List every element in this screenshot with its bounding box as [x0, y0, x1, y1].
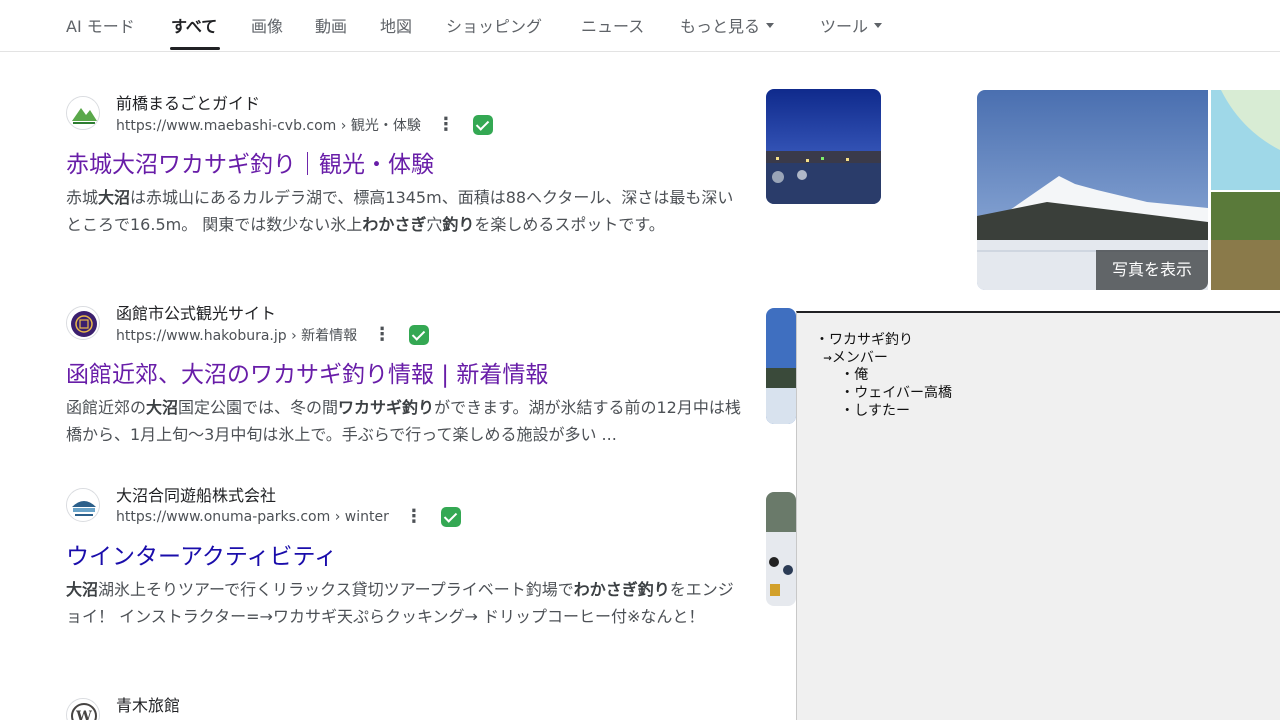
site-favicon[interactable] [66, 488, 100, 522]
map-and-landscape-image [1211, 90, 1280, 290]
result-title-link[interactable]: 函館近郊、大沼のワカサギ釣り情報 | 新着情報 [66, 355, 548, 389]
snippet-text: を楽しめるスポットです。 [474, 215, 665, 234]
verified-check-icon[interactable] [472, 115, 493, 135]
site-name[interactable]: 前橋まるごとガイド [116, 90, 260, 114]
result-snippet: 函館近郊の大沼国定公園では、冬の間ワカサギ釣りができます。湖が氷結する前の12月… [66, 394, 746, 448]
chevron-down-icon [766, 23, 775, 28]
svg-text:W: W [75, 709, 92, 720]
snippet-text: 穴 [426, 215, 443, 234]
search-result: 函館市公式観光サイト https://www.hakobura.jp › 新着情… [66, 300, 746, 460]
tab-news[interactable]: ニュース [581, 13, 644, 37]
verified-check-icon[interactable] [440, 507, 461, 527]
site-favicon[interactable] [66, 306, 100, 340]
notepad-window[interactable]: ・ワカサギ釣り →メンバー ・俺 ・ウェイバー高橋 ・しすたー [796, 311, 1280, 720]
snippet-highlight: わかさぎ [362, 215, 427, 234]
result-thumbnail[interactable] [766, 89, 881, 204]
snippet-highlight: 大沼 [146, 398, 179, 417]
ice-fishing-people-image [766, 492, 796, 606]
hakodate-logo-icon [67, 307, 99, 339]
site-url-text: https://www.onuma-parks.com › winter [116, 509, 389, 525]
tab-videos[interactable]: 動画 [315, 13, 347, 37]
more-options-icon[interactable]: ⋮ [405, 508, 423, 526]
site-name[interactable]: 大沼合同遊船株式会社 [116, 482, 276, 506]
tab-maps[interactable]: 地図 [380, 13, 412, 37]
site-url[interactable]: https://www.hakobura.jp › 新着情報 ⋮ [116, 325, 430, 345]
tab-shopping[interactable]: ショッピング [446, 13, 542, 37]
tab-all[interactable]: すべて [171, 13, 217, 37]
note-line: ・しすたー [815, 403, 911, 419]
search-result: W 青木旅館 [66, 692, 746, 720]
note-line: →メンバー [815, 350, 888, 366]
boat-company-logo-icon [67, 489, 99, 521]
result-snippet: 赤城大沼は赤城山にあるカルデラ湖で、標高1345m、面積は88ヘクタール、深さは… [66, 184, 746, 238]
note-line: ・ワカサギ釣り [815, 332, 913, 348]
snippet-highlight: 大沼 [98, 188, 131, 207]
site-url[interactable]: https://www.maebashi-cvb.com › 観光・体験 ⋮ [116, 115, 493, 135]
verified-check-icon[interactable] [409, 325, 430, 345]
tab-tools-label: ツール [820, 17, 869, 36]
site-name[interactable]: 函館市公式観光サイト [116, 300, 276, 324]
tab-tools[interactable]: ツール [820, 13, 883, 37]
site-url-text: https://www.maebashi-cvb.com › 観光・体験 [116, 118, 421, 134]
result-thumbnail[interactable] [766, 492, 796, 606]
chevron-down-icon [874, 23, 883, 28]
snippet-highlight: わかさぎ釣り [573, 580, 670, 599]
snippet-text: 赤城 [66, 188, 99, 207]
result-snippet: 大沼湖氷上そりツアーで行くリラックス貸切ツアープライベート釣場でわかさぎ釣りをエ… [66, 576, 746, 630]
note-line: ・ウェイバー高橋 [815, 385, 953, 401]
active-tab-indicator [170, 47, 220, 50]
site-favicon[interactable] [66, 96, 100, 130]
site-url-text: https://www.hakobura.jp › 新着情報 [116, 328, 358, 344]
more-options-icon[interactable]: ⋮ [373, 326, 391, 344]
wordpress-icon: W [67, 699, 99, 720]
panel-secondary-images[interactable] [1211, 90, 1280, 290]
snippet-text: 国定公園では、冬の間 [178, 398, 339, 417]
show-photos-button[interactable]: 写真を表示 [1096, 250, 1208, 290]
tab-more-label: もっと見る [680, 17, 761, 36]
result-title-link[interactable]: ウインターアクティビティ [66, 537, 337, 571]
lake-daytime-image [766, 308, 796, 424]
site-name[interactable]: 青木旅館 [116, 692, 180, 716]
site-favicon[interactable]: W [66, 698, 100, 720]
snippet-highlight: ワカサギ釣り [338, 398, 435, 417]
search-result: 前橋まるごとガイド https://www.maebashi-cvb.com ›… [66, 90, 746, 270]
search-result: 大沼合同遊船株式会社 https://www.onuma-parks.com ›… [66, 482, 746, 662]
tab-ai-mode[interactable]: AI モード [66, 13, 135, 37]
search-tab-bar: AI モード すべて 画像 動画 地図 ショッピング ニュース もっと見る ツー… [0, 0, 1280, 52]
result-thumbnail[interactable] [766, 308, 796, 424]
snippet-highlight: 大沼 [66, 580, 99, 599]
tab-more[interactable]: もっと見る [680, 13, 775, 37]
more-options-icon[interactable]: ⋮ [437, 116, 455, 134]
result-title-link[interactable]: 赤城大沼ワカサギ釣り｜観光・体験 [66, 145, 434, 179]
tab-images[interactable]: 画像 [251, 13, 283, 37]
snippet-text: 湖氷上そりツアーで行くリラックス貸切ツアープライベート釣場で [98, 580, 574, 599]
note-line: ・俺 [815, 367, 869, 383]
snippet-text: 函館近郊の [66, 398, 147, 417]
frozen-lake-night-image [766, 89, 881, 204]
snippet-highlight: 釣り [442, 215, 475, 234]
site-url[interactable]: https://www.onuma-parks.com › winter ⋮ [116, 507, 461, 527]
mountain-logo-icon [67, 97, 99, 129]
